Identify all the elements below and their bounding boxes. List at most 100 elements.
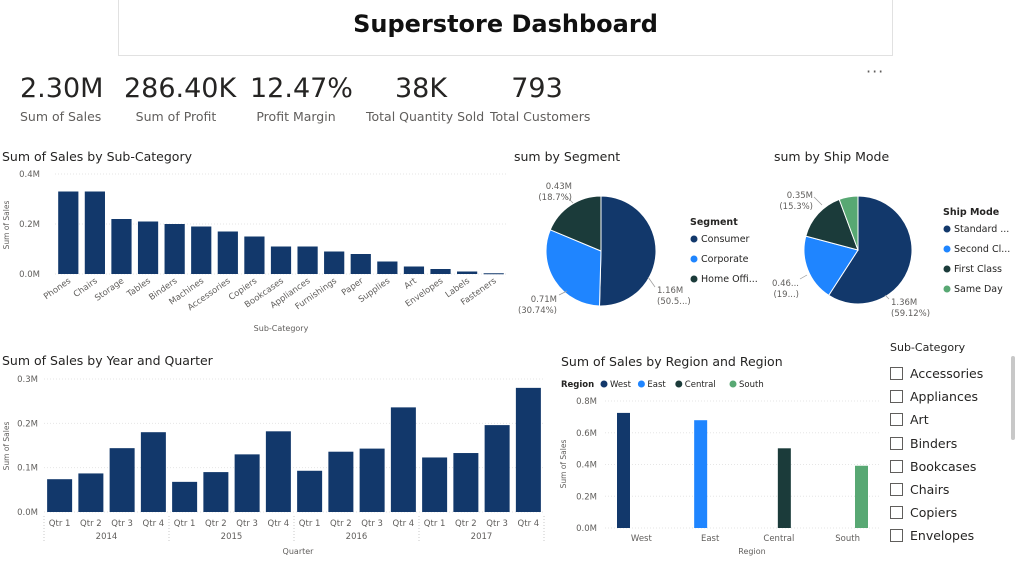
x-tick-label: West bbox=[631, 534, 653, 544]
slicer-item-accessories[interactable]: Accessories bbox=[890, 362, 1010, 385]
region-bar-chart[interactable]: Region West East Central South 0.0M 0.2M 0.4M 0.… bbox=[555, 370, 885, 566]
y-tick-label: 0.4M bbox=[19, 170, 40, 180]
x-tick-label: Qtr 4 bbox=[518, 519, 540, 529]
slicer-item-chairs[interactable]: Chairs bbox=[890, 478, 1010, 501]
bar-subcategory bbox=[350, 254, 371, 274]
kpi-label: Total Customers bbox=[490, 109, 591, 124]
legend-title: Ship Mode bbox=[943, 207, 999, 218]
x-tick-label: Qtr 3 bbox=[361, 519, 383, 529]
leader-line bbox=[647, 276, 656, 288]
checkbox[interactable] bbox=[890, 506, 903, 520]
x-tick-label: Qtr 2 bbox=[330, 519, 352, 529]
dashboard-header: Superstore Dashboard bbox=[118, 0, 893, 56]
legend-label: Same Day bbox=[954, 284, 1003, 295]
checkbox[interactable] bbox=[890, 529, 903, 543]
bar-quarter bbox=[422, 457, 448, 512]
legend-label: Consumer bbox=[701, 234, 750, 245]
kpi-value: 2.30M bbox=[20, 73, 104, 104]
yearquarter-bar-chart[interactable]: 0.0M 0.1M 0.2M 0.3M Sum of Sales Qtr 1 Qtr 2 Qt… bbox=[0, 370, 550, 566]
x-group-label: 2016 bbox=[346, 532, 368, 542]
bar-subcategory bbox=[297, 246, 318, 274]
slicer-scrollbar[interactable] bbox=[1011, 356, 1015, 440]
bar-region bbox=[777, 448, 791, 528]
slicer-item-copiers[interactable]: Copiers bbox=[890, 501, 1010, 524]
x-tick-label: Storage bbox=[93, 276, 126, 303]
data-label: 0.46... bbox=[772, 279, 799, 289]
x-tick-label: East bbox=[701, 534, 720, 544]
subcategory-bar-chart[interactable]: 0.0M0.2M0.4MSum of SalesPhonesChairsStor… bbox=[0, 165, 510, 340]
x-axis-title: Region bbox=[738, 547, 765, 556]
legend-marker bbox=[729, 380, 737, 388]
legend-title: Region bbox=[561, 380, 594, 390]
data-label: (59.12%) bbox=[891, 309, 930, 319]
shipmode-pie-chart[interactable]: 1.36M(59.12%) 0.46...(19...) 0.35M(15.3%) S… bbox=[767, 165, 1016, 325]
y-axis-title: Sum of Sales bbox=[559, 440, 568, 489]
kpi-card-sales[interactable]: 2.30M Sum of Sales bbox=[20, 72, 104, 124]
slicer-item-bookcases[interactable]: Bookcases bbox=[890, 455, 1010, 478]
legend-label: East bbox=[647, 380, 666, 390]
y-tick-label: 0.0M bbox=[576, 524, 597, 534]
legend-label: West bbox=[610, 380, 632, 390]
checkbox[interactable] bbox=[890, 436, 903, 450]
bar-region bbox=[855, 465, 868, 528]
x-tick-label: Qtr 4 bbox=[268, 519, 290, 529]
kpi-card-quantity[interactable]: 38K Total Quantity Sold bbox=[366, 72, 484, 124]
checkbox[interactable] bbox=[890, 459, 903, 473]
slicer-item-label: Bookcases bbox=[910, 458, 977, 474]
y-tick-label: 0.0M bbox=[17, 508, 38, 518]
legend-label: First Class bbox=[954, 264, 1002, 275]
bar-subcategory bbox=[483, 273, 504, 275]
bar-subcategory bbox=[244, 236, 265, 274]
legend-marker bbox=[675, 380, 683, 388]
x-tick-label: Qtr 2 bbox=[80, 519, 102, 529]
more-options-icon[interactable]: ··· bbox=[866, 62, 884, 81]
bar-subcategory bbox=[403, 266, 425, 274]
slicer-title: Sub-Category bbox=[890, 341, 966, 354]
bar-quarter bbox=[78, 473, 104, 512]
checkbox[interactable] bbox=[890, 483, 903, 497]
bar-subcategory bbox=[457, 271, 478, 274]
y-tick-label: 0.1M bbox=[17, 464, 38, 474]
bar-subcategory bbox=[430, 269, 451, 274]
checkbox[interactable] bbox=[890, 413, 903, 427]
y-tick-label: 0.0M bbox=[19, 270, 40, 280]
bar-quarter bbox=[484, 425, 510, 512]
slicer-item-art[interactable]: Art bbox=[890, 408, 1010, 431]
bar-subcategory bbox=[58, 191, 79, 274]
slicer-item-label: Chairs bbox=[910, 482, 950, 498]
y-axis-title: Sum of Sales bbox=[2, 422, 11, 471]
slicer-item-binders[interactable]: Binders bbox=[890, 432, 1010, 455]
bar-quarter bbox=[109, 448, 135, 512]
legend-title: Segment bbox=[690, 217, 738, 228]
y-tick-label: 0.2M bbox=[576, 492, 597, 502]
data-label: 0.71M bbox=[531, 295, 557, 305]
bar-quarter bbox=[453, 453, 479, 512]
slicer-item-label: Binders bbox=[910, 435, 958, 451]
x-tick-label: South bbox=[835, 534, 860, 544]
slicer-item-appliances[interactable]: Appliances bbox=[890, 385, 1010, 408]
x-tick-label: Qtr 3 bbox=[111, 519, 133, 529]
kpi-label: Sum of Sales bbox=[20, 109, 102, 124]
bar-quarter bbox=[172, 481, 198, 512]
bar-quarter bbox=[297, 470, 323, 512]
legend-marker bbox=[943, 265, 951, 273]
x-tick-label: Qtr 3 bbox=[486, 519, 508, 529]
y-tick-label: 0.2M bbox=[17, 419, 38, 429]
bar-quarter bbox=[234, 454, 260, 512]
kpi-value: 286.40K bbox=[124, 73, 237, 104]
x-tick-label: Qtr 1 bbox=[174, 519, 196, 529]
chart-title-subcategory: Sum of Sales by Sub-Category bbox=[2, 149, 192, 164]
segment-pie-chart[interactable]: 1.16M(50.5...) 0.71M(30.74%) 0.43M(18.7%) S… bbox=[505, 165, 767, 325]
kpi-card-profit[interactable]: 286.40K Sum of Profit bbox=[124, 72, 237, 124]
x-group-label: 2014 bbox=[96, 532, 118, 542]
slicer-item-label: Copiers bbox=[910, 505, 958, 521]
checkbox[interactable] bbox=[890, 367, 903, 381]
checkbox[interactable] bbox=[890, 390, 903, 404]
slicer-item-envelopes[interactable]: Envelopes bbox=[890, 524, 1010, 547]
kpi-card-customers[interactable]: 793 Total Customers bbox=[490, 72, 591, 124]
kpi-card-margin[interactable]: 12.47% Profit Margin bbox=[250, 72, 353, 124]
subcategory-slicer: Sub-Category Accessories Appliances Art … bbox=[890, 341, 1010, 548]
bar-subcategory bbox=[111, 219, 132, 274]
legend-label: Central bbox=[685, 380, 716, 390]
data-label: (50.5...) bbox=[657, 297, 691, 307]
